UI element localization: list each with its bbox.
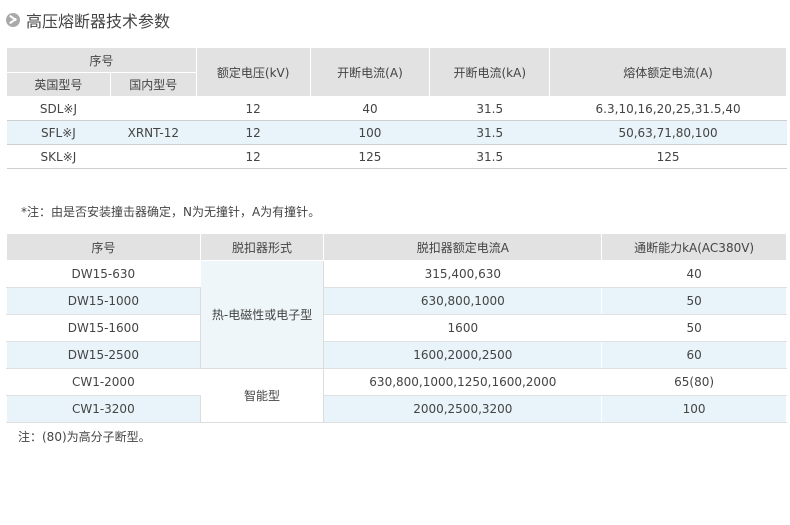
- header-rated-current: 脱扣器额定电流A: [323, 233, 603, 261]
- cell-capacity: 100: [601, 395, 787, 423]
- section-bullet-icon: [6, 13, 20, 27]
- header-seq: 序号: [6, 233, 201, 261]
- cell-release-type-thermal: 热-电磁性或电子型: [199, 260, 325, 369]
- table-row: DW15-2500 1600,2000,2500 60: [6, 341, 787, 369]
- cell-domestic: [110, 96, 197, 121]
- cell-seq: CW1-3200: [6, 395, 201, 423]
- header-release-type: 脱扣器形式: [199, 233, 325, 261]
- header-rated-voltage: 额定电压(kV): [195, 47, 311, 97]
- cell-domestic: XRNT-12: [110, 120, 197, 145]
- cell-release-type-smart: 智能型: [199, 368, 325, 423]
- cell-break-ka: 31.5: [429, 144, 550, 169]
- breaker-note: 注：(80)为高分子断型。: [18, 430, 151, 444]
- cell-current: 2000,2500,3200: [323, 395, 603, 423]
- cell-break-ka: 31.5: [429, 120, 550, 145]
- cell-seq: CW1-2000: [6, 368, 201, 396]
- cell-current: 1600: [323, 314, 603, 342]
- cell-capacity: 65(80): [601, 368, 787, 396]
- fuse-note: *注：由是否安装撞击器确定，N为无撞针，A为有撞针。: [21, 205, 321, 219]
- table-row: SKL※J 12 125 31.5 125: [6, 144, 787, 169]
- page-title: 高压熔断器技术参数: [26, 12, 171, 31]
- table-row: DW15-1600 1600 50: [6, 314, 787, 342]
- cell-fuse: 6.3,10,16,20,25,31.5,40: [549, 96, 787, 121]
- cell-british: SKL※J: [6, 144, 111, 169]
- cell-capacity: 50: [601, 287, 787, 315]
- breaker-spec-table: 序号 脱扣器形式 脱扣器额定电流A 通断能力kA(AC380V) DW15-63…: [6, 233, 787, 423]
- header-breaking-current-a: 开断电流(A): [309, 47, 431, 97]
- cell-voltage: 12: [196, 96, 311, 121]
- cell-break-a: 100: [310, 120, 430, 145]
- cell-capacity: 50: [601, 314, 787, 342]
- cell-british: SFL※J: [6, 120, 111, 145]
- cell-current: 315,400,630: [323, 260, 603, 288]
- header-british-model: 英国型号: [6, 72, 111, 97]
- header-breaking-current-ka: 开断电流(kA): [429, 47, 551, 97]
- cell-capacity: 40: [601, 260, 787, 288]
- cell-break-a: 40: [310, 96, 430, 121]
- cell-voltage: 12: [196, 144, 311, 169]
- cell-fuse: 125: [549, 144, 787, 169]
- cell-break-a: 125: [310, 144, 430, 169]
- table-row: SDL※J 12 40 31.5 6.3,10,16,20,25,31.5,40: [6, 96, 787, 121]
- cell-seq: DW15-2500: [6, 341, 201, 369]
- cell-domestic: [110, 144, 197, 169]
- header-breaking-capacity: 通断能力kA(AC380V): [601, 233, 787, 261]
- cell-seq: DW15-630: [6, 260, 201, 288]
- title-bar: 高压熔断器技术参数: [6, 8, 170, 32]
- table-row: DW15-1000 630,800,1000 50: [6, 287, 787, 315]
- cell-seq: DW15-1600: [6, 314, 201, 342]
- cell-seq: DW15-1000: [6, 287, 201, 315]
- table-row: CW1-2000 智能型 630,800,1000,1250,1600,2000…: [6, 368, 787, 423]
- cell-fuse: 50,63,71,80,100: [549, 120, 787, 145]
- table-row: SFL※J XRNT-12 12 100 31.5 50,63,71,80,10…: [6, 120, 787, 145]
- table-row: CW1-3200 2000,2500,3200 100: [6, 395, 787, 423]
- cell-current: 1600,2000,2500: [323, 341, 603, 369]
- header-domestic-model: 国内型号: [109, 72, 197, 97]
- cell-current: 630,800,1000: [323, 287, 603, 315]
- cell-british: SDL※J: [6, 96, 111, 121]
- header-seq-group: 序号: [6, 47, 197, 73]
- cell-capacity: 60: [601, 341, 787, 369]
- cell-break-ka: 31.5: [429, 96, 550, 121]
- cell-voltage: 12: [196, 120, 311, 145]
- cell-current: 630,800,1000,1250,1600,2000: [323, 368, 603, 396]
- table-row: DW15-630 热-电磁性或电子型 315,400,630 40: [6, 260, 787, 369]
- fuse-spec-table: 序号 额定电压(kV) 开断电流(A) 开断电流(kA) 熔体额定电流(A) 英…: [6, 47, 787, 169]
- header-fuse-rated-current: 熔体额定电流(A): [549, 47, 787, 97]
